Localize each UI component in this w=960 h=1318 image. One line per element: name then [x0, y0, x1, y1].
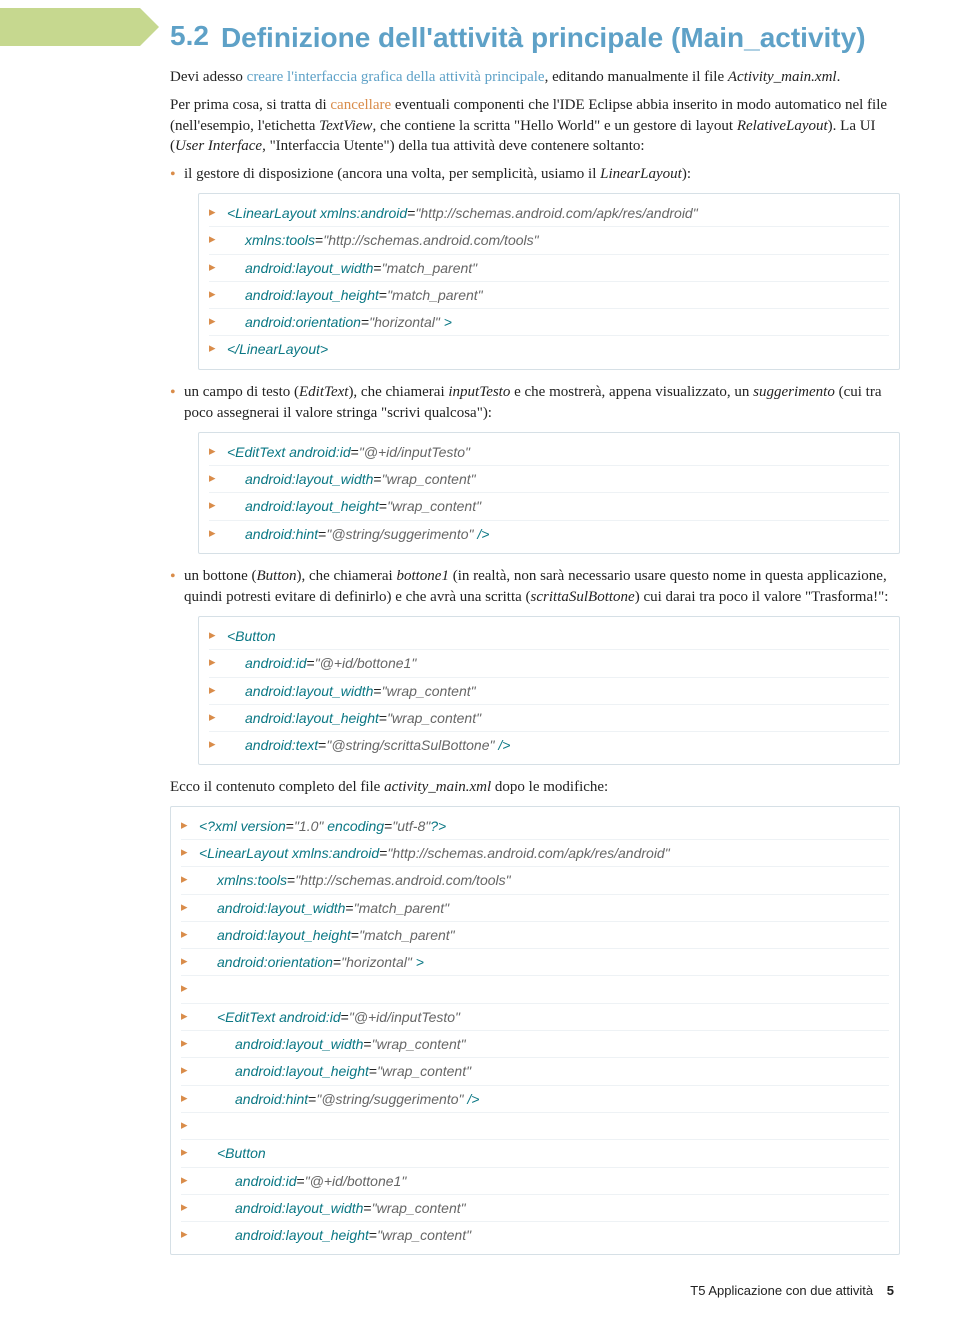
- codebox-button: <Buttonandroid:id="@+id/bottone1"android…: [198, 616, 900, 765]
- code-line: android:layout_width="wrap_content": [181, 1030, 889, 1057]
- page-footer: T5 Applicazione con due attività 5: [170, 1283, 900, 1298]
- code-line: android:layout_height="match_parent": [181, 921, 889, 948]
- code-line: </LinearLayout>: [209, 335, 889, 362]
- codebox-edittext: <EditText android:id="@+id/inputTesto"an…: [198, 432, 900, 554]
- code-line: android:orientation="horizontal" >: [181, 948, 889, 975]
- code-line: xmlns:tools="http://schemas.android.com/…: [209, 226, 889, 253]
- code-line: [181, 1112, 889, 1139]
- code-line: xmlns:tools="http://schemas.android.com/…: [181, 866, 889, 893]
- section-tab-marker: [0, 8, 140, 46]
- intro-paragraph: Devi adesso creare l'interfaccia grafica…: [170, 67, 900, 87]
- code-line: android:layout_width="wrap_content": [209, 465, 889, 492]
- code-line: <LinearLayout xmlns:android="http://sche…: [209, 200, 889, 226]
- code-line: android:layout_height="match_parent": [209, 281, 889, 308]
- bullet-linearlayout: il gestore di disposizione (ancora una v…: [170, 164, 900, 370]
- code-line: android:text="@string/scrittaSulBottone"…: [209, 731, 889, 758]
- codebox-fullfile: <?xml version="1.0" encoding="utf-8"?><L…: [170, 806, 900, 1256]
- code-line: <Button: [181, 1139, 889, 1166]
- code-line: android:layout_height="wrap_content": [181, 1057, 889, 1084]
- code-line: android:layout_height="wrap_content": [181, 1221, 889, 1248]
- cancel-paragraph: Per prima cosa, si tratta di cancellare …: [170, 95, 900, 156]
- code-line: <EditText android:id="@+id/inputTesto": [209, 439, 889, 465]
- code-line: android:id="@+id/bottone1": [181, 1167, 889, 1194]
- bullet-edittext: un campo di testo (EditText), che chiame…: [170, 382, 900, 554]
- code-line: android:layout_height="wrap_content": [209, 704, 889, 731]
- code-line: android:hint="@string/suggerimento" />: [181, 1085, 889, 1112]
- code-line: <LinearLayout xmlns:android="http://sche…: [181, 839, 889, 866]
- code-line: <?xml version="1.0" encoding="utf-8"?>: [181, 813, 889, 839]
- codebox-linearlayout: <LinearLayout xmlns:android="http://sche…: [198, 193, 900, 370]
- section-number: 5.2: [170, 20, 209, 51]
- code-line: android:layout_width="wrap_content": [209, 677, 889, 704]
- full-file-paragraph: Ecco il contenuto completo del file acti…: [170, 777, 900, 797]
- bullet-button: un bottone (Button), che chiamerai botto…: [170, 566, 900, 765]
- code-line: android:layout_height="wrap_content": [209, 492, 889, 519]
- code-line: android:layout_width="wrap_content": [181, 1194, 889, 1221]
- code-line: android:orientation="horizontal" >: [209, 308, 889, 335]
- code-line: android:layout_width="match_parent": [209, 254, 889, 281]
- code-line: android:id="@+id/bottone1": [209, 649, 889, 676]
- section-heading: 5.2 Definizione dell'attività principale…: [170, 20, 900, 55]
- footer-label: T5 Applicazione con due attività: [690, 1283, 873, 1298]
- code-line: android:layout_width="match_parent": [181, 894, 889, 921]
- code-line: <EditText android:id="@+id/inputTesto": [181, 1003, 889, 1030]
- section-title: Definizione dell'attività principale (Ma…: [221, 22, 866, 53]
- code-line: android:hint="@string/suggerimento" />: [209, 520, 889, 547]
- code-line: <Button: [209, 623, 889, 649]
- code-line: [181, 975, 889, 1002]
- page-number: 5: [887, 1283, 894, 1298]
